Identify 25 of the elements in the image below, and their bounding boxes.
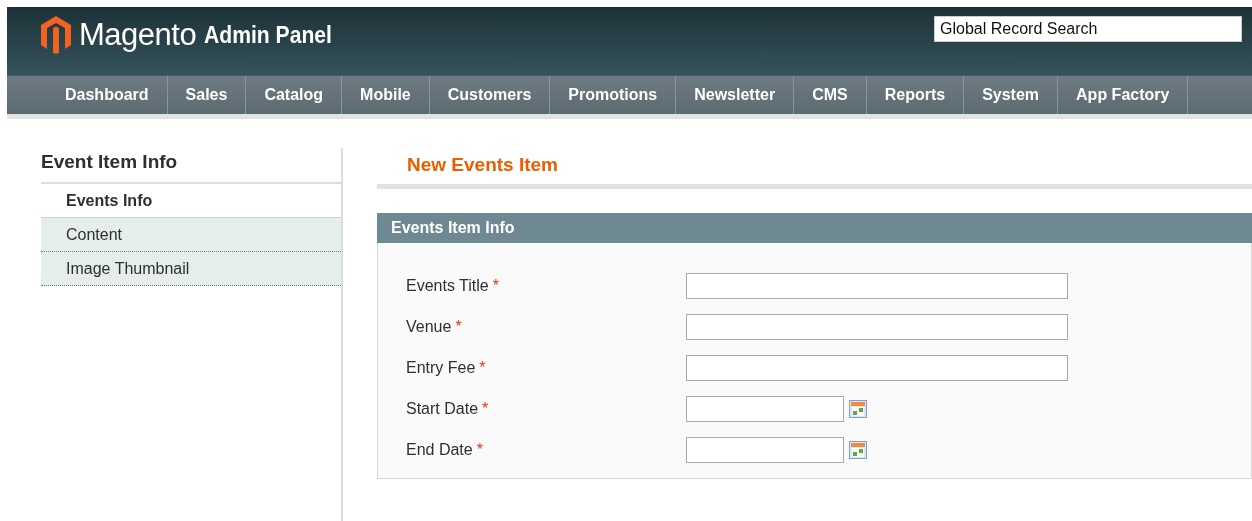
date-field[interactable] [686,395,844,422]
logo-icon [41,16,71,54]
logo-subtitle: Admin Panel [204,21,333,49]
page-title: New Events Item [377,148,1252,189]
field-label: Start Date [406,399,479,417]
field-label: Events Title [406,276,489,294]
field-label: Venue [406,317,452,335]
logo-text: Magento [79,17,197,53]
required-mark: * [479,358,486,376]
text-field[interactable] [686,313,1068,340]
calendar-icon[interactable] [849,440,867,459]
text-field[interactable] [686,354,1068,381]
required-mark: * [455,317,462,335]
field-label: Entry Fee [406,358,476,376]
sidebar-tab[interactable]: Image Thumbnail [41,252,341,286]
required-mark: * [476,440,483,458]
field-label: End Date [406,440,473,458]
date-field[interactable] [686,436,844,463]
search-field[interactable]: Global Record Search [934,16,1242,42]
text-field[interactable] [686,272,1068,299]
required-mark: * [482,399,489,417]
section-header: Events Item Info [377,213,1252,243]
sidebar-tab[interactable]: Content [41,218,341,252]
calendar-icon[interactable] [849,399,867,418]
required-mark: * [492,276,499,294]
